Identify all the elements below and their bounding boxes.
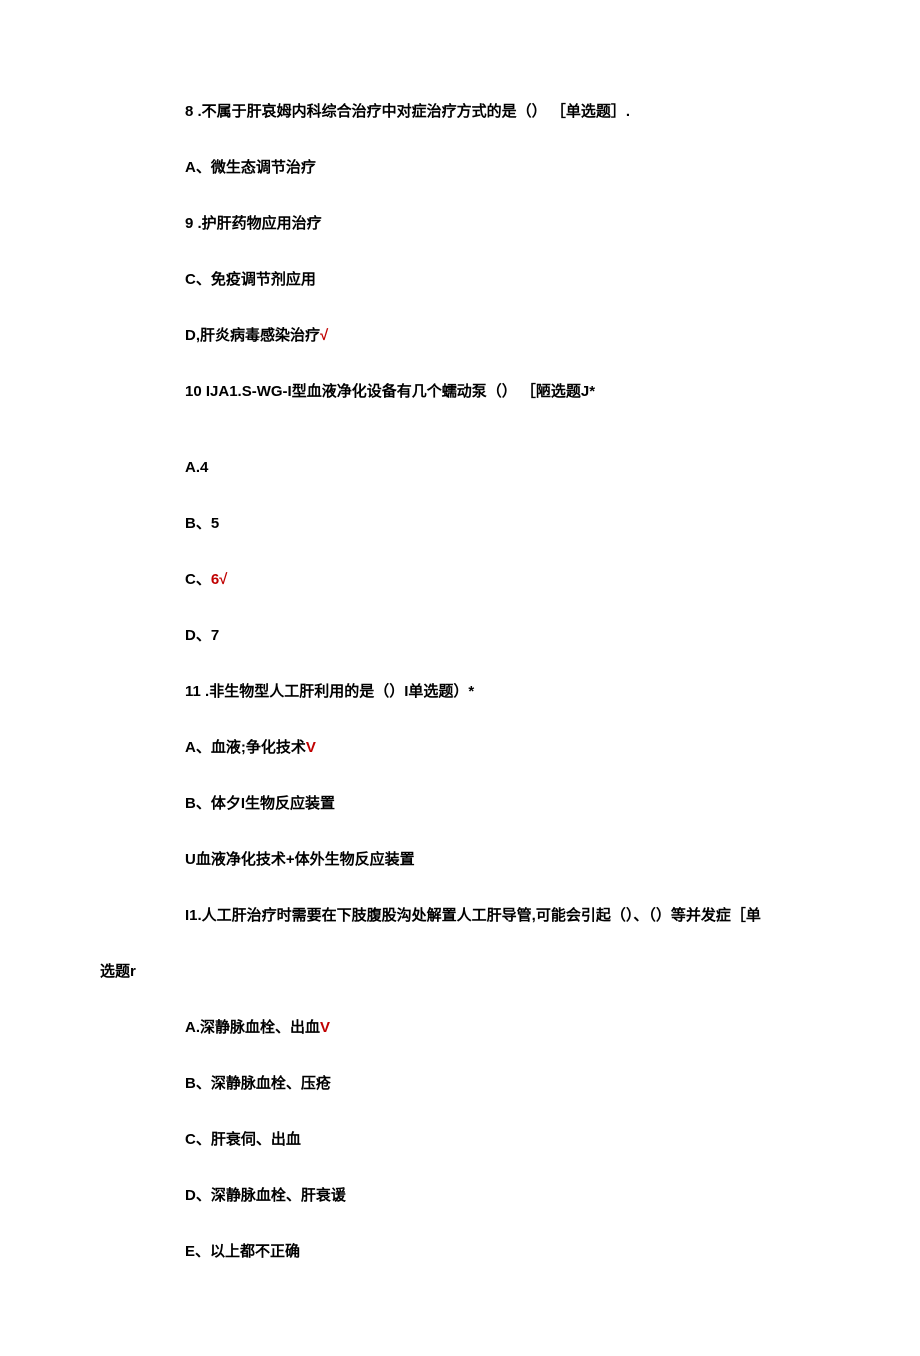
q11-correct-mark: V xyxy=(306,739,316,756)
q11-num: 11 xyxy=(185,683,201,700)
qi1-num: I1 xyxy=(185,907,198,924)
qi1-option-d: D、深静脉血栓、肝衰谖 xyxy=(155,1184,820,1208)
q10-option-c: C、6√ xyxy=(155,568,820,592)
q10-correct-mark: 6√ xyxy=(211,571,228,588)
qi1-option-b: B、深静脉血栓、压疮 xyxy=(155,1072,820,1096)
qi1-option-e: E、以上都不正确 xyxy=(155,1240,820,1264)
question-8-stem: 8 .不属于肝哀姆内科综合治疗中对症治疗方式的是（） ［单选题］. xyxy=(155,100,820,124)
q11-option-a: A、血液;争化技术V xyxy=(155,736,820,760)
qi1-stem-part2: 选题r xyxy=(100,963,136,980)
q10-num: 10 xyxy=(185,383,202,400)
q8-option-a: A、微生态调节治疗 xyxy=(155,156,820,180)
q8-correct-mark: √ xyxy=(320,327,328,344)
q10-option-a: A.4 xyxy=(155,456,820,480)
question-10-stem: 10 IJA1.S-WG-I型血液净化设备有几个蠕动泵（） ［陋选题J* xyxy=(155,380,820,404)
q8-stem-text: .不属于肝哀姆内科综合治疗中对症治疗方式的是（） ［单选题］. xyxy=(193,103,630,120)
q11-stem-text: .非生物型人工肝利用的是（）I单选题）* xyxy=(201,683,474,700)
q8-option-b: 9 .护肝药物应用治疗 xyxy=(155,212,820,236)
question-i1-stem-line1: I1.人工肝治疗时需要在下肢腹股沟处解置人工肝导管,可能会引起（）、（）等并发症… xyxy=(155,904,820,928)
q10-option-b: B、5 xyxy=(155,512,820,536)
qi1-correct-mark: V xyxy=(320,1019,330,1036)
qi1-option-c: C、肝衰伺、出血 xyxy=(155,1128,820,1152)
q8-option-d: D,肝炎病毒感染治疗√ xyxy=(155,324,820,348)
q10-option-d: D、7 xyxy=(155,624,820,648)
question-i1-stem-line2: 选题r xyxy=(100,960,820,984)
q11-option-b: B、体夕I生物反应装置 xyxy=(155,792,820,816)
qi1-stem-part1: .人工肝治疗时需要在下肢腹股沟处解置人工肝导管,可能会引起（）、（）等并发症［单 xyxy=(198,907,761,924)
q11-option-c: U血液净化技术+体外生物反应装置 xyxy=(155,848,820,872)
question-11-stem: 11 .非生物型人工肝利用的是（）I单选题）* xyxy=(155,680,820,704)
qi1-option-a: A.深静脉血栓、出血V xyxy=(155,1016,820,1040)
q10-stem-text: IJA1.S-WG-I型血液净化设备有几个蠕动泵（） ［陋选题J* xyxy=(202,383,595,400)
q8-option-c: C、免疫调节剂应用 xyxy=(155,268,820,292)
